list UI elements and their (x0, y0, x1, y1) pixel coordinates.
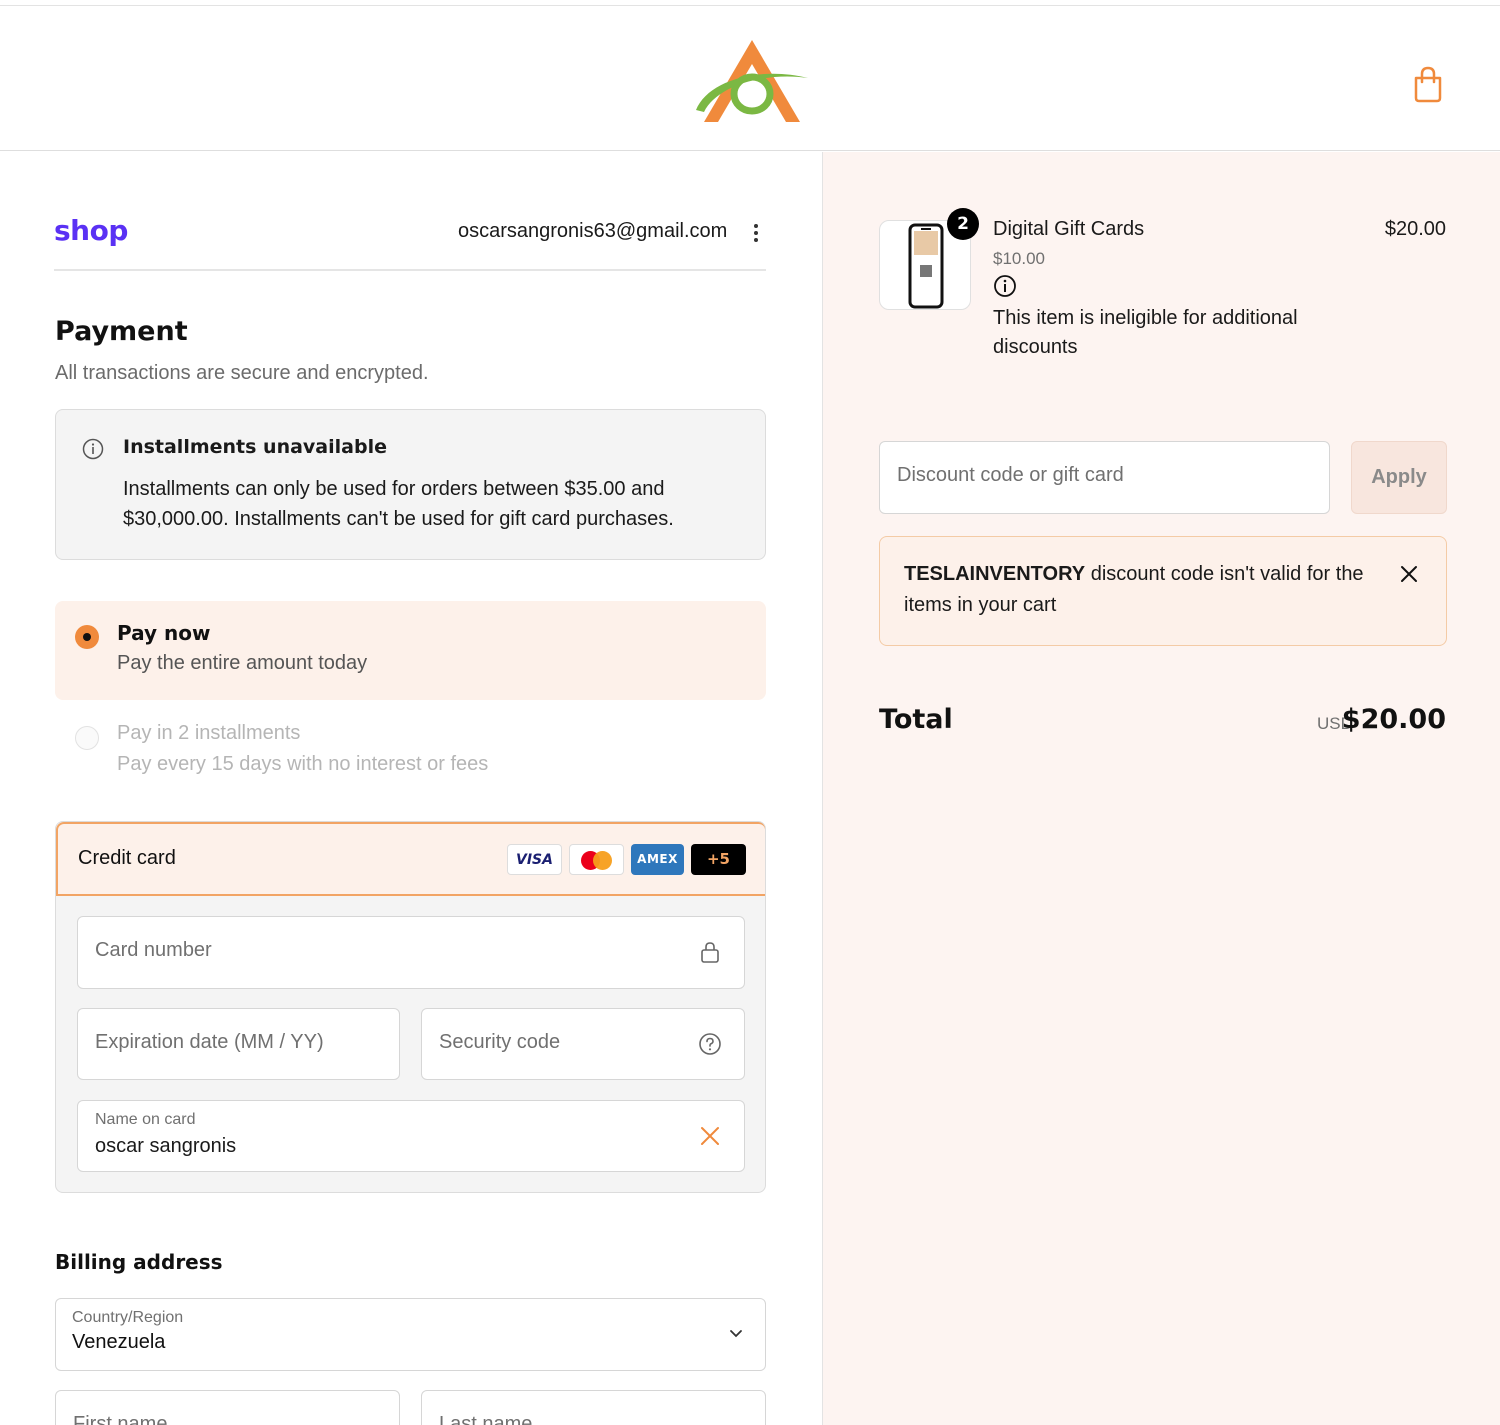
close-icon[interactable] (1398, 563, 1420, 585)
installments-notice: Installments unavailable Installments ca… (55, 409, 766, 560)
discount-ineligible-note: This item is ineligible for additional d… (993, 307, 1298, 358)
shop-pay-logo: shop (54, 214, 128, 247)
discount-error-banner: TESLAINVENTORY discount code isn't valid… (879, 536, 1447, 646)
order-summary: 2 Digital Gift Cards $20.00 $10.00 This … (822, 152, 1500, 1425)
name-on-card-field[interactable]: Name on card (77, 1100, 745, 1172)
total-value: $20.00 (1341, 704, 1446, 735)
expiration-date-field[interactable] (77, 1008, 400, 1080)
installments-title: Pay in 2 installments (117, 722, 301, 744)
first-name-input[interactable] (73, 1413, 348, 1425)
installments-subtitle: Pay every 15 days with no interest or fe… (117, 753, 489, 775)
info-icon[interactable] (993, 274, 1017, 298)
country-value: Venezuela (72, 1331, 166, 1353)
discount-error-code: TESLAINVENTORY (904, 563, 1086, 585)
product-line-price: $20.00 (1384, 218, 1446, 240)
payment-subtitle: All transactions are secure and encrypte… (55, 362, 429, 384)
country-select[interactable]: Country/Region Venezuela (55, 1298, 766, 1371)
pay-now-subtitle: Pay the entire amount today (117, 652, 368, 674)
product-name: Digital Gift Cards (993, 218, 1145, 240)
visa-icon: VISA (507, 844, 562, 875)
checkout-main: shop oscarsangronis63@gmail.com Payment … (0, 152, 822, 1425)
pay-now-title: Pay now (117, 621, 211, 645)
store-logo[interactable] (690, 34, 812, 126)
chevron-down-icon (730, 1330, 742, 1338)
discount-code-field[interactable] (879, 441, 1330, 514)
notice-text: Installments can only be used for orders… (123, 478, 674, 530)
more-options-icon[interactable] (748, 222, 764, 246)
help-icon[interactable] (698, 1032, 722, 1056)
lock-icon (701, 942, 719, 963)
more-brands-badge: +5 (691, 844, 746, 875)
product-unit-price: $10.00 (993, 249, 1045, 268)
divider (54, 269, 766, 271)
card-number-input[interactable] (95, 939, 628, 962)
payment-title: Payment (55, 316, 188, 347)
installments-radio[interactable] (75, 726, 99, 750)
name-on-card-input[interactable] (95, 1135, 628, 1158)
apply-button[interactable]: Apply (1351, 441, 1447, 514)
clear-icon[interactable] (698, 1124, 722, 1148)
amex-icon: AMEX (631, 844, 684, 875)
pay-now-option[interactable]: Pay now Pay the entire amount today (55, 601, 766, 700)
last-name-field[interactable] (421, 1390, 766, 1425)
discount-code-input[interactable] (897, 464, 1257, 487)
installments-option[interactable]: Pay in 2 installments Pay every 15 days … (55, 712, 766, 792)
security-code-input[interactable] (439, 1031, 697, 1054)
shopping-bag-icon[interactable] (1410, 64, 1446, 104)
last-name-input[interactable] (439, 1413, 714, 1425)
name-on-card-label: Name on card (95, 1111, 196, 1128)
quantity-badge: 2 (947, 208, 979, 240)
credit-card-section: Credit card VISA AMEX +5 Name o (55, 821, 766, 1193)
first-name-field[interactable] (55, 1390, 400, 1425)
notice-title: Installments unavailable (123, 436, 387, 458)
pay-now-radio[interactable] (75, 625, 99, 649)
expiration-date-input[interactable] (95, 1031, 352, 1054)
security-code-field[interactable] (421, 1008, 745, 1080)
mastercard-icon (569, 844, 624, 875)
total-label: Total (879, 704, 953, 735)
country-label: Country/Region (72, 1309, 184, 1326)
credit-card-header[interactable]: Credit card VISA AMEX +5 (56, 822, 765, 896)
account-email: oscarsangronis63@gmail.com (458, 220, 728, 242)
card-number-field[interactable] (77, 916, 745, 989)
info-icon (82, 438, 104, 460)
discount-error-message: TESLAINVENTORY discount code isn't valid… (904, 559, 1364, 621)
header (0, 6, 1500, 151)
credit-card-label: Credit card (78, 847, 176, 869)
billing-title: Billing address (55, 1250, 223, 1274)
